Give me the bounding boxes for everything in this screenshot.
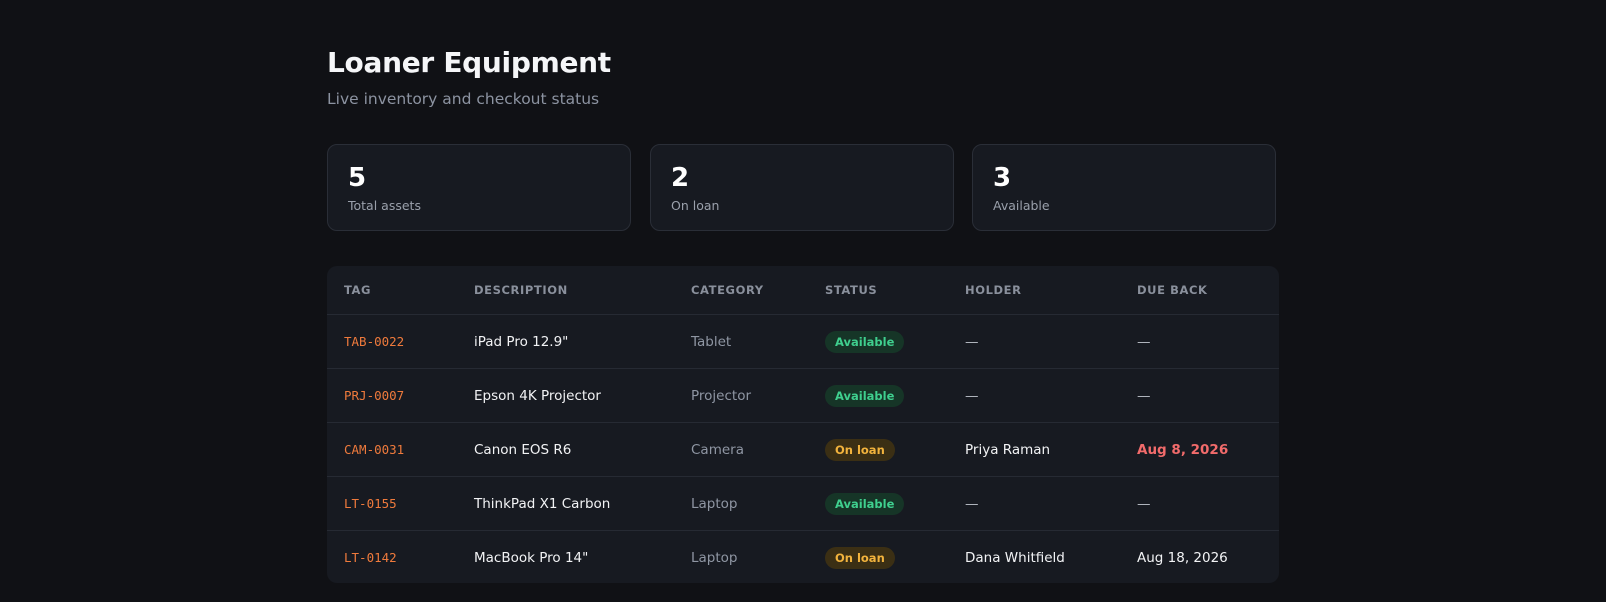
equipment-table-card: TAG DESCRIPTION CATEGORY STATUS HOLDER D… <box>327 266 1279 583</box>
asset-description: MacBook Pro 14" <box>474 549 589 566</box>
stat-value: 5 <box>348 163 367 193</box>
stat-card-total-assets: 5 Total assets <box>327 144 631 231</box>
asset-tag: CAM-0031 <box>327 422 457 477</box>
status-badge: Available <box>825 384 905 407</box>
table-row: CAM-0031 Canon EOS R6 Camera On loan Pri… <box>327 422 1279 477</box>
asset-holder: — <box>948 368 1120 423</box>
status-cell: Available <box>808 314 948 369</box>
column-header-holder: HOLDER <box>948 266 1120 315</box>
table-row: LT-0142 MacBook Pro 14" Laptop On loan D… <box>327 531 1279 584</box>
stat-label: On loan <box>671 198 720 213</box>
asset-description: Canon EOS R6 <box>457 422 674 477</box>
table-header-row: TAG DESCRIPTION CATEGORY STATUS HOLDER D… <box>327 266 1279 315</box>
asset-due-back: — <box>1120 314 1279 369</box>
status-badge: Available <box>825 492 905 515</box>
status-badge: Available <box>825 330 905 353</box>
asset-category: Tablet <box>674 314 808 369</box>
stat-card-on-loan: 2 On loan <box>650 144 954 231</box>
asset-description: ThinkPad X1 Carbon <box>457 476 674 531</box>
stat-value: 3 <box>993 163 1012 193</box>
column-header-due-back: DUE BACK <box>1120 266 1279 315</box>
stat-label: Available <box>993 198 1050 213</box>
table-row: LT-0155 ThinkPad X1 Carbon Laptop Availa… <box>327 476 1279 531</box>
asset-due-back: Aug 18, 2026 <box>1137 549 1228 566</box>
asset-description: Epson 4K Projector <box>457 368 674 423</box>
asset-description: iPad Pro 12.9" <box>457 314 674 369</box>
asset-category: Projector <box>674 368 808 423</box>
status-badge: On loan <box>825 546 895 569</box>
asset-tag: LT-0142 <box>344 550 397 565</box>
asset-tag: PRJ-0007 <box>327 368 457 423</box>
page-title: Loaner Equipment <box>327 46 611 79</box>
equipment-table: TAG DESCRIPTION CATEGORY STATUS HOLDER D… <box>327 266 1279 583</box>
status-badge: On loan <box>825 438 895 461</box>
table-row: PRJ-0007 Epson 4K Projector Projector Av… <box>327 368 1279 423</box>
asset-due-back: — <box>1120 476 1279 531</box>
asset-holder: — <box>948 476 1120 531</box>
status-cell: On loan <box>808 531 948 584</box>
asset-due-back: — <box>1120 368 1279 423</box>
asset-due-back-overdue: Aug 8, 2026 <box>1120 422 1279 477</box>
column-header-tag: TAG <box>327 266 457 315</box>
asset-tag: LT-0155 <box>327 476 457 531</box>
column-header-category: CATEGORY <box>674 266 808 315</box>
stat-card-available: 3 Available <box>972 144 1276 231</box>
asset-category: Laptop <box>674 476 808 531</box>
column-header-description: DESCRIPTION <box>457 266 674 315</box>
asset-holder: Dana Whitfield <box>965 549 1065 566</box>
status-cell: Available <box>808 476 948 531</box>
stat-label: Total assets <box>348 198 421 213</box>
asset-category: Laptop <box>691 549 738 566</box>
status-cell: Available <box>808 368 948 423</box>
asset-tag: TAB-0022 <box>327 314 457 369</box>
asset-holder: — <box>948 314 1120 369</box>
asset-holder: Priya Raman <box>948 422 1120 477</box>
column-header-status: STATUS <box>808 266 948 315</box>
table-row: TAB-0022 iPad Pro 12.9" Tablet Available… <box>327 314 1279 369</box>
status-cell: On loan <box>808 422 948 477</box>
stats-row: 5 Total assets 2 On loan 3 Available <box>327 144 1279 233</box>
asset-category: Camera <box>674 422 808 477</box>
page-subtitle: Live inventory and checkout status <box>327 90 600 108</box>
stat-value: 2 <box>671 163 690 193</box>
